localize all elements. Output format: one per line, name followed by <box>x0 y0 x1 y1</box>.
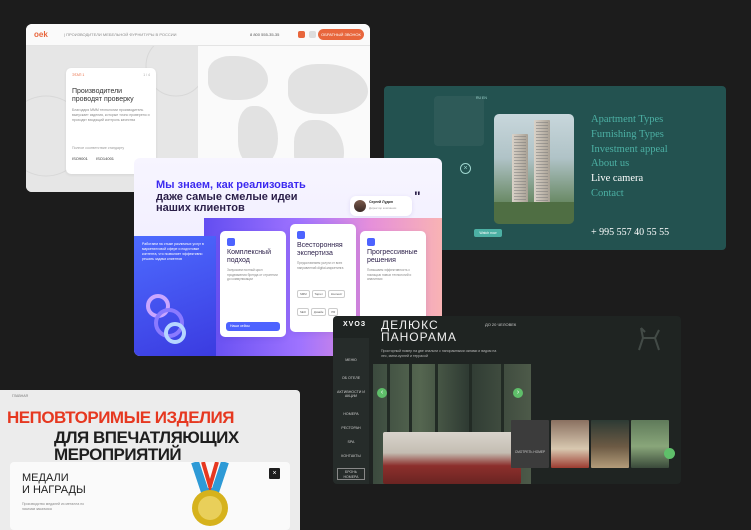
headline-dark: ДЛЯ ВПЕЧАТЛЯЮЩИХ МЕРОПРИЯТИЙ <box>54 428 239 464</box>
main-menu: Apartment Types Furnishing Types Investm… <box>591 113 668 202</box>
quote-icon: " <box>414 188 421 204</box>
medal-icon <box>191 462 229 526</box>
intro-text: Работаем на стыке различных услуг в марк… <box>142 242 204 261</box>
watch-tag[interactable]: Watch now <box>474 229 502 237</box>
oek-tagline: | ПРОИЗВОДИТЕЛИ МЕБЕЛЬНОЙ ФУРНИТУРЫ В РО… <box>64 32 177 37</box>
side-menu-item[interactable]: НОМЕРА <box>333 412 369 416</box>
menu-item-investment-appeal[interactable]: Investment appeal <box>591 143 668 158</box>
thumbnail-photo[interactable] <box>631 420 669 468</box>
menu-item-furnishing-types[interactable]: Furnishing Types <box>591 128 668 143</box>
side-menu-item[interactable]: АКТИВНОСТИ И АКЦИИ <box>333 390 369 398</box>
building-photo <box>494 114 574 224</box>
headline: Мы знаем, как реализовать даже самые сме… <box>156 179 306 214</box>
menu-item-apartment-types[interactable]: Apartment Types <box>591 113 668 128</box>
thumbnail-photo[interactable] <box>591 420 629 468</box>
room-photo <box>373 364 531 484</box>
room-title: ДЕЛЮКС ПАНОРАМА <box>381 318 457 344</box>
menu-item-about-us[interactable]: About us <box>591 157 668 172</box>
avatar <box>354 200 366 212</box>
feature-icon <box>227 238 235 246</box>
step-sub: Полное соответствие стандарту <box>72 146 125 150</box>
feature-icon <box>367 238 375 246</box>
step-title: Производители проводят проверку <box>72 88 134 103</box>
guests-info: ДО 20 ЧЕЛОВЕК <box>485 322 517 327</box>
heart-icon[interactable] <box>298 31 305 38</box>
menu-item-live-camera[interactable]: Live camera <box>591 172 668 187</box>
cases-button[interactable]: Наши кейсы <box>226 322 280 331</box>
headline-red: НЕПОВТОРИМЫЕ ИЗДЕЛИЯ <box>7 408 234 427</box>
language-switch[interactable]: RU EN <box>476 96 487 100</box>
service-chips: SMM Таргет КонтекстSEO Дизайн PR <box>296 282 352 318</box>
hotel-card: ХVOЗ ДО 20 ЧЕЛОВЕК МЕНЮ ОБ ОТЕЛЕ АКТИВНО… <box>333 316 681 484</box>
prev-arrow-icon[interactable]: ‹ <box>377 388 387 398</box>
step-label: ЭТАП 1 <box>72 73 85 77</box>
testimonial-badge: Сергей Лудин Директор компании <box>350 196 412 216</box>
quote-name: Сергей Лудин <box>369 200 393 204</box>
next-arrow-icon[interactable]: › <box>513 388 523 398</box>
breadcrumb[interactable]: ГЛАВНАЯ <box>12 394 28 398</box>
medals-sub: Производство медалей из металла по эскиз… <box>22 502 85 511</box>
side-menu-item[interactable]: МЕНЮ <box>333 358 369 362</box>
oek-phone[interactable]: 8 800 555-35-35 <box>250 32 279 37</box>
thumbnail-photo[interactable] <box>551 420 589 468</box>
phone-number[interactable]: + 995 557 40 55 55 <box>591 227 669 238</box>
intro-panel: Работаем на стыке различных услуг в марк… <box>134 236 216 356</box>
close-icon[interactable]: × <box>460 163 471 174</box>
side-menu: МЕНЮ ОБ ОТЕЛЕ АКТИВНОСТИ И АКЦИИ НОМЕРА … <box>333 338 369 484</box>
hotel-logo[interactable]: ХVOЗ <box>343 321 366 328</box>
feature-card-1: Комплексный подход Запускаем полный цикл… <box>220 231 286 337</box>
side-menu-item[interactable]: SPA <box>333 440 369 444</box>
medals-panel: МЕДАЛИ И НАГРАДЫ Производство медалей из… <box>10 462 290 530</box>
oek-header: oek | ПРОИЗВОДИТЕЛИ МЕБЕЛЬНОЙ ФУРНИТУРЫ … <box>26 24 370 46</box>
step-number-1: ISO9001 <box>72 156 88 161</box>
menu-item-contact[interactable]: Contact <box>591 187 668 202</box>
medals-card: ГЛАВНАЯ НЕПОВТОРИМЫЕ ИЗДЕЛИЯ ДЛЯ ВПЕЧАТЛ… <box>0 390 300 530</box>
medals-label: МЕДАЛИ И НАГРАДЫ <box>22 472 86 496</box>
goat-logo-icon <box>638 327 660 351</box>
chat-icon[interactable] <box>664 448 675 459</box>
bed-image <box>383 432 521 484</box>
step-number-2: ISO14001 <box>96 156 115 161</box>
quote-role: Директор компании <box>369 206 397 210</box>
booking-button[interactable]: БРОНЬ НОМЕРА <box>337 468 365 480</box>
step-count: 1 / 4 <box>143 73 150 77</box>
close-icon[interactable]: × <box>269 468 280 479</box>
callback-button[interactable]: ОБРАТНЫЙ ЗВОНОК <box>318 29 364 40</box>
side-menu-item[interactable]: КОНТАКТЫ <box>333 454 369 458</box>
feature-icon <box>297 231 305 239</box>
oek-logo[interactable]: oek <box>34 30 48 39</box>
cart-icon[interactable] <box>309 31 316 38</box>
room-description: Просторный номер на две спальни с панора… <box>381 349 497 358</box>
step-description: Благодаря МММ технологии производитель в… <box>72 108 150 122</box>
side-menu-item[interactable]: ОБ ОТЕЛЕ <box>333 376 369 380</box>
thumbnail-cta[interactable]: СМОТРЕТЬ НОМЕР <box>511 420 549 468</box>
side-menu-item[interactable]: РЕСТОРАН <box>333 426 369 430</box>
